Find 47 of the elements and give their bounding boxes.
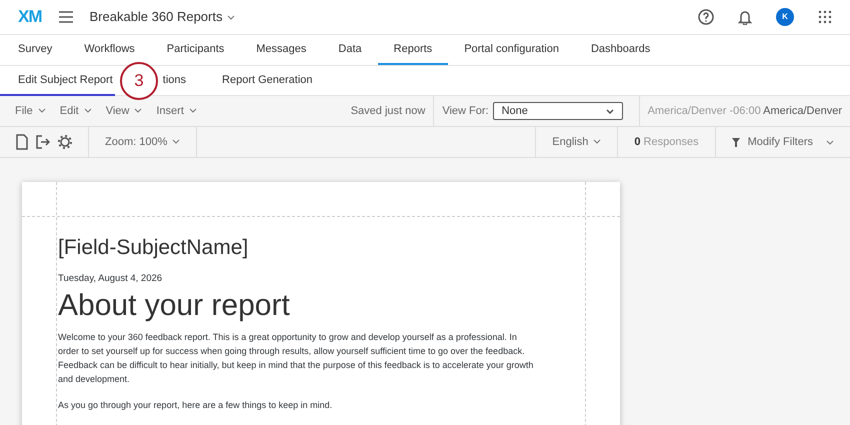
nav-tab[interactable]: Participants — [150, 35, 240, 65]
nav-tab[interactable]: Dashboards — [574, 35, 666, 65]
paragraph: As you go through your report, here are a few things to keep in mind. — [58, 398, 334, 412]
help-icon[interactable] — [698, 9, 714, 25]
chevron-down-icon — [826, 140, 834, 144]
nav-tab[interactable]: Data — [322, 35, 378, 65]
sub-tab[interactable]: tions — [162, 66, 204, 96]
modify-filters-button[interactable]: Modify Filters — [716, 134, 850, 150]
report-heading: About your report — [58, 288, 291, 324]
responses-count: 0 Responses — [633, 134, 700, 150]
menu-button[interactable]: File — [8, 102, 53, 120]
apps-grid-icon[interactable] — [818, 10, 832, 24]
chevron-down-icon — [188, 108, 197, 114]
language-dropdown[interactable]: English — [536, 134, 618, 150]
chevron-down-icon — [38, 108, 46, 114]
timezone-text: America/Denver -06:00 America/Denver — [646, 104, 843, 119]
chevron-down-icon — [134, 108, 142, 114]
notification-icon[interactable] — [738, 9, 752, 25]
nav-tab[interactable]: Portal configuration — [448, 35, 575, 65]
view-for-select[interactable]: None — [492, 102, 623, 120]
view-for-label: View For: — [441, 104, 490, 119]
zoom-dropdown[interactable]: Zoom: 100% — [89, 134, 196, 150]
sub-tab[interactable]: Report Generation — [204, 66, 331, 96]
pdf-icon[interactable] — [16, 134, 28, 150]
chevron-down-icon — [593, 139, 602, 144]
nav-tab[interactable]: Survey — [2, 35, 68, 65]
chevron-down-icon — [606, 108, 614, 114]
menu-button[interactable]: Insert — [149, 102, 204, 120]
save-status: Saved just now — [350, 104, 426, 119]
nav-tab[interactable]: Workflows — [68, 35, 151, 65]
report-date: Tuesday, August 4, 2026 — [58, 272, 164, 286]
project-dropdown[interactable]: Breakable 360 Reports — [90, 7, 236, 27]
subject-name-field[interactable]: [Field-SubjectName] — [58, 232, 584, 264]
avatar[interactable]: K — [776, 8, 794, 26]
nav-tab[interactable]: Reports — [378, 35, 448, 65]
chevron-down-icon — [84, 108, 92, 114]
menu-button[interactable]: View — [98, 102, 150, 120]
chevron-down-icon — [227, 15, 236, 20]
filter-icon — [732, 138, 740, 146]
menu-icon[interactable] — [58, 11, 74, 23]
paragraph: Welcome to your 360 feedback report. This is a great opportunity to grow and develop yourself as a professional. In order to set yourself up for success when going through results, allow yourself sufficient time to go over the feedback. Feedback can be difficult to hear initially, but keep in mind that the purpose of this feedback is to accelerate your growth and development. — [58, 330, 534, 386]
nav-tab[interactable]: Messages — [240, 35, 322, 65]
export-icon[interactable] — [36, 135, 50, 149]
settings-icon[interactable] — [58, 135, 72, 149]
chevron-down-icon — [172, 139, 180, 144]
menu-button[interactable]: Edit — [52, 102, 99, 120]
step-callout: 3 — [120, 62, 158, 100]
